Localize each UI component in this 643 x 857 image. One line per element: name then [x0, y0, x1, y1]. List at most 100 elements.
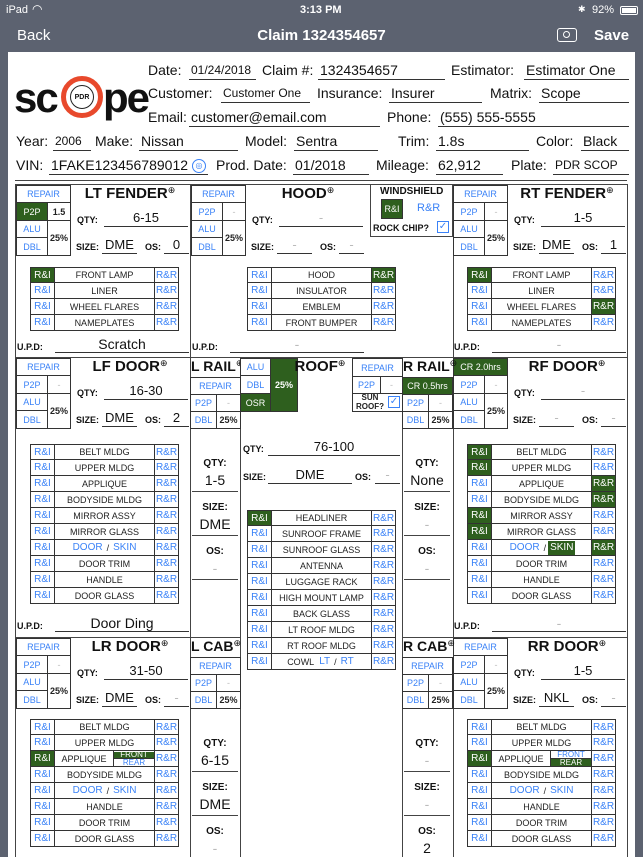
rr-toggle[interactable]: R&R [371, 606, 395, 621]
p2p-button[interactable]: P2P [191, 202, 223, 221]
rr-toggle[interactable]: R&R [154, 445, 178, 459]
dbl-button[interactable]: DBL [191, 237, 223, 256]
qty-field[interactable]: 1-5 [190, 472, 240, 488]
add-note-icon[interactable]: ⊕ [599, 638, 607, 648]
ri-toggle[interactable]: R&I [468, 315, 492, 330]
size-field[interactable]: DME [102, 410, 137, 427]
size-field[interactable]: DME [102, 237, 137, 254]
rr-toggle[interactable]: R&R [591, 815, 615, 830]
os-field[interactable]: - [339, 237, 364, 254]
alu-button[interactable]: ALU [16, 673, 48, 691]
repair-button[interactable]: REPAIR [352, 358, 403, 377]
dbl-button[interactable]: DBL [402, 411, 429, 429]
add-note-icon[interactable]: ⊕ [450, 358, 458, 368]
percent-value[interactable]: 25% [484, 393, 508, 429]
os-field[interactable]: - [164, 690, 189, 707]
p2p-value[interactable]: - [47, 375, 71, 394]
repair-button[interactable]: REPAIR [16, 638, 71, 656]
ri-toggle[interactable]: R&I [468, 588, 492, 603]
ri-toggle[interactable]: R&I [468, 299, 492, 314]
save-button[interactable]: Save [594, 27, 629, 44]
p2p-value[interactable]: - [222, 202, 246, 221]
ri-toggle[interactable]: R&I [468, 460, 492, 475]
alu-button[interactable]: ALU [16, 220, 48, 238]
qty-field[interactable]: 6-15 [104, 210, 188, 227]
upd-field[interactable]: - [492, 336, 626, 353]
os-field[interactable]: 1 [601, 237, 626, 254]
ri-toggle[interactable]: R&I [468, 445, 492, 459]
ri-toggle[interactable]: R&I [468, 831, 492, 846]
percent-value[interactable]: 25% [47, 220, 71, 256]
p2p-value[interactable]: - [216, 674, 241, 692]
rr-toggle[interactable]: R&R [591, 767, 615, 782]
p2p-button[interactable]: P2P [453, 202, 485, 221]
percent-value[interactable]: 25% [216, 691, 241, 709]
rr-toggle[interactable]: R&R [371, 574, 395, 589]
repair-button[interactable]: REPAIR [453, 185, 508, 203]
percent-value[interactable]: 25% [216, 411, 241, 429]
rr-toggle[interactable]: R&R [154, 572, 178, 587]
insurance-field[interactable]: Insurer [389, 85, 482, 103]
percent-value[interactable]: 25% [428, 691, 453, 709]
mileage-field[interactable]: 62,912 [436, 157, 503, 175]
rr-toggle[interactable]: R&R [371, 638, 395, 653]
dbl-button[interactable]: DBL [453, 690, 485, 709]
p2p-button[interactable]: P2P [190, 394, 217, 412]
matrix-field[interactable]: Scope [539, 85, 629, 103]
rr-toggle[interactable]: R&R [371, 590, 395, 605]
dbl-button[interactable]: DBL [402, 691, 429, 709]
ri-toggle[interactable]: R&I [468, 524, 492, 539]
p2p-value[interactable]: - [484, 375, 508, 394]
dbl-button[interactable]: DBL [16, 410, 48, 429]
rr-toggle[interactable]: R&R [154, 783, 178, 798]
qty-field[interactable]: 31-50 [104, 663, 188, 680]
ri-toggle[interactable]: R&I [31, 268, 55, 282]
rr-toggle[interactable]: R&R [591, 735, 615, 750]
p2p-value[interactable]: - [484, 202, 508, 221]
os-field[interactable]: - [402, 560, 452, 576]
rr-toggle[interactable]: R&R [371, 315, 395, 330]
ri-toggle[interactable]: R&I [468, 783, 492, 798]
ri-toggle[interactable]: R&I [468, 540, 492, 555]
skin-toggle[interactable]: SKIN [548, 540, 576, 555]
dbl-button[interactable]: DBL [240, 375, 271, 394]
model-field[interactable]: Sentra [294, 133, 378, 151]
rr-toggle[interactable]: R&R [591, 460, 615, 475]
rr-toggle[interactable]: R&R [154, 815, 178, 830]
add-note-icon[interactable]: ⊕ [234, 638, 242, 648]
os-field[interactable]: - [375, 467, 400, 484]
rr-toggle[interactable]: R&R [591, 476, 615, 491]
qty-field[interactable]: 1-5 [541, 663, 625, 680]
alu-button[interactable]: ALU [453, 673, 485, 691]
rr-toggle[interactable]: R&R [591, 751, 615, 766]
alu-button[interactable]: ALU [453, 220, 485, 238]
ri-toggle[interactable]: R&I [468, 751, 492, 766]
rr-toggle[interactable]: R&R [154, 767, 178, 782]
rr-toggle[interactable]: R&R [371, 622, 395, 637]
os-field[interactable]: 2 [164, 410, 189, 427]
year-field[interactable]: 2006 [53, 133, 91, 151]
ri-toggle[interactable]: R&I [248, 622, 272, 637]
ri-toggle[interactable]: R&I [31, 751, 55, 766]
make-field[interactable]: Nissan [139, 133, 238, 151]
rr-toggle[interactable]: R&R [591, 268, 615, 282]
size-field[interactable]: - [277, 237, 312, 254]
add-note-icon[interactable]: ⊕ [327, 185, 335, 195]
size-field[interactable]: - [402, 796, 452, 812]
alu-button[interactable]: ALU [453, 393, 485, 411]
qty-field[interactable]: 1-5 [541, 210, 625, 227]
estimator-field[interactable]: Estimator One [524, 62, 629, 80]
p2p-value[interactable]: - [216, 394, 241, 412]
p2p-button[interactable]: P2P [402, 394, 429, 412]
alu-button[interactable]: ALU [191, 220, 223, 238]
ri-toggle[interactable]: R&I [468, 268, 492, 282]
windshield-rr-button[interactable]: R&R [417, 202, 440, 214]
p2p-button[interactable]: P2P [402, 674, 429, 692]
rr-toggle[interactable]: R&R [154, 508, 178, 523]
os-field[interactable]: 2 [402, 840, 452, 856]
ri-toggle[interactable]: R&I [248, 558, 272, 573]
repair-button[interactable]: REPAIR [453, 638, 508, 656]
ri-toggle[interactable]: R&I [468, 767, 492, 782]
p2p-button[interactable]: P2P [453, 655, 485, 674]
dbl-button[interactable]: DBL [190, 691, 217, 709]
